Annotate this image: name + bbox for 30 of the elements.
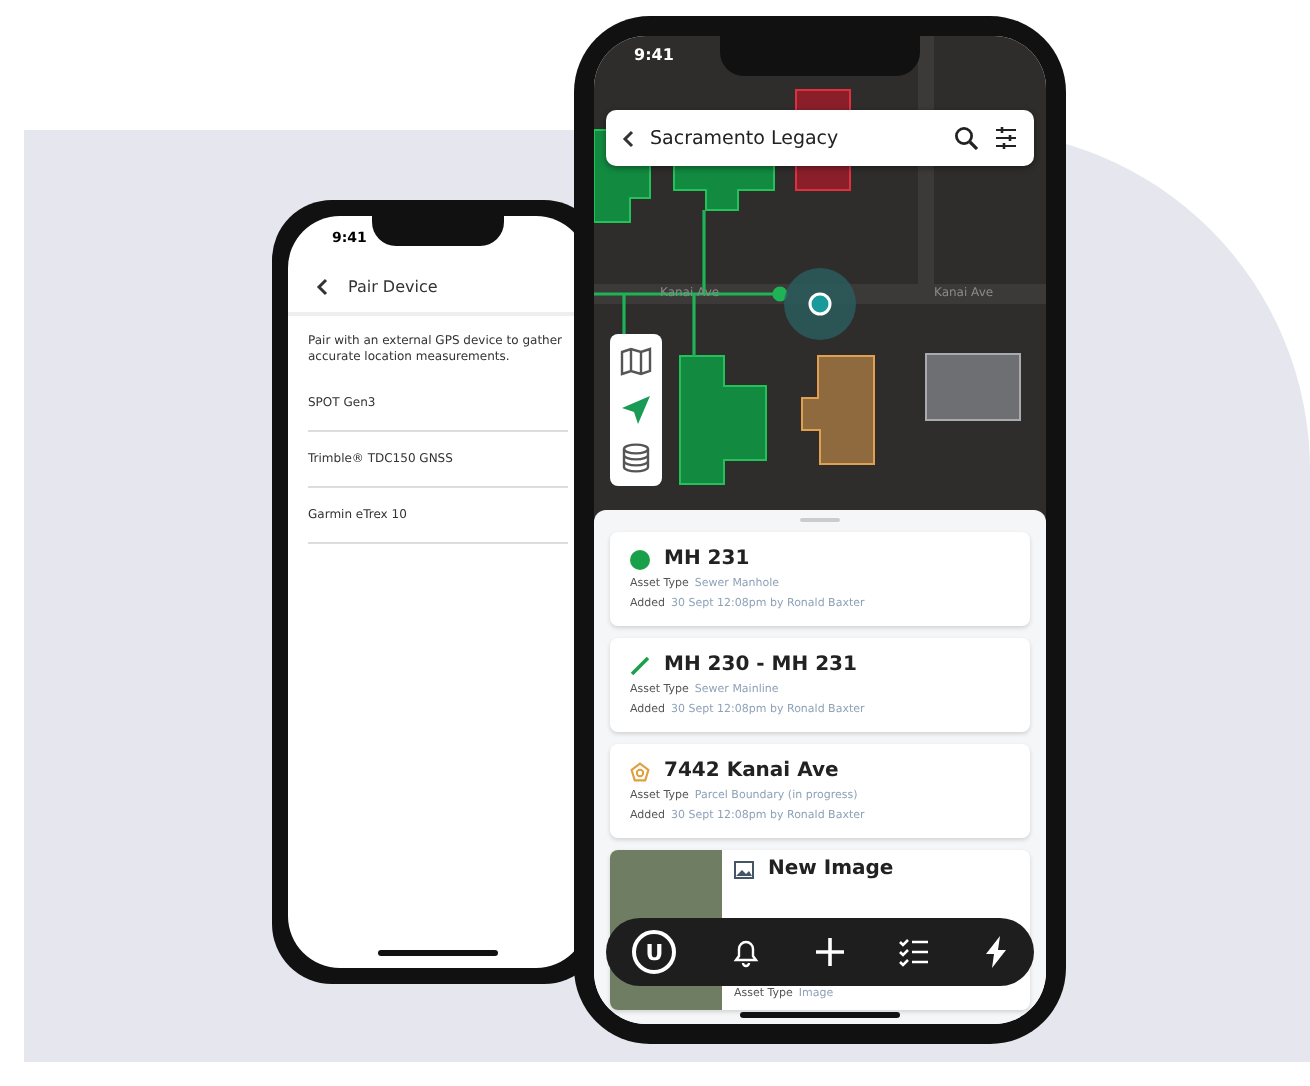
logo-button[interactable]: U (632, 930, 677, 974)
home-indicator (378, 950, 498, 956)
asset-name: MH 230 - MH 231 (664, 654, 857, 676)
line-icon (630, 655, 650, 675)
parcel-shape (679, 355, 767, 485)
asset-name: 7442 Kanai Ave (664, 760, 839, 782)
plus-icon[interactable] (813, 936, 846, 968)
parcel-icon (630, 761, 650, 781)
asset-name: New Image (768, 858, 894, 880)
parcel-shape (801, 355, 875, 465)
image-icon (734, 859, 754, 879)
database-icon[interactable] (620, 442, 652, 474)
lightning-icon[interactable] (983, 936, 1008, 968)
search-icon[interactable] (954, 126, 978, 150)
back-icon[interactable] (316, 278, 328, 296)
project-title: Sacramento Legacy (650, 127, 841, 149)
filter-icon[interactable] (994, 126, 1018, 150)
phone-notch (372, 216, 504, 246)
navigation-arrow-icon[interactable] (620, 394, 652, 426)
location-marker (784, 268, 856, 340)
dot-icon (630, 549, 650, 569)
map-icon[interactable] (620, 346, 652, 378)
parcel-shape (925, 353, 1021, 421)
status-time: 9:41 (634, 46, 674, 64)
asset-name: MH 231 (664, 548, 750, 570)
checklist-icon[interactable] (898, 936, 931, 968)
back-icon[interactable] (622, 129, 634, 147)
bell-icon[interactable] (729, 936, 762, 968)
screen-title: Pair Device (348, 278, 438, 296)
drag-handle[interactable] (800, 518, 840, 522)
